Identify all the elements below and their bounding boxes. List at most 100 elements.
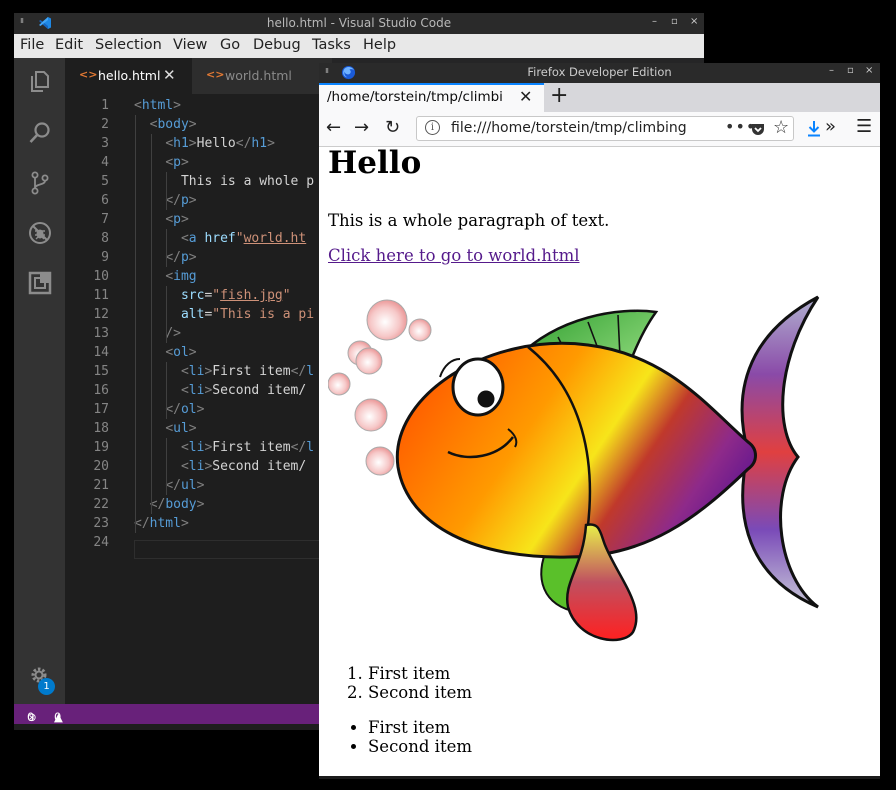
maximize-icon[interactable]: ▫ bbox=[671, 16, 678, 27]
code-text: alt="This is a pi bbox=[180, 307, 315, 322]
code-text: <li>Second item/ bbox=[180, 383, 307, 398]
code-text: </ul> bbox=[165, 478, 205, 493]
code-text: <a href"world.ht bbox=[180, 231, 307, 246]
menu-go[interactable]: Go bbox=[220, 37, 240, 53]
code-text: src="fish.jpg" bbox=[180, 288, 291, 303]
overflow-chevron-icon[interactable]: » bbox=[825, 116, 836, 137]
html-file-icon: <> bbox=[206, 68, 225, 81]
new-tab-plus-icon[interactable]: + bbox=[550, 83, 568, 108]
maximize-icon[interactable]: ▫ bbox=[847, 65, 854, 76]
indent-guide bbox=[135, 115, 136, 533]
line-number: 13 bbox=[93, 326, 109, 341]
code-text: <p> bbox=[165, 155, 189, 170]
tab-label: hello.html bbox=[98, 68, 161, 83]
close-icon[interactable]: × bbox=[690, 16, 698, 27]
search-icon[interactable] bbox=[27, 120, 53, 146]
indent-guide bbox=[166, 362, 168, 419]
forward-arrow-icon[interactable]: → bbox=[354, 117, 369, 138]
unordered-list: First item Second item bbox=[328, 718, 472, 756]
line-number: 7 bbox=[101, 212, 109, 227]
url-text[interactable]: file:///home/torstein/tmp/climbing bbox=[451, 120, 691, 136]
pocket-icon[interactable] bbox=[750, 121, 766, 137]
code-text: /> bbox=[165, 326, 181, 341]
line-number: 17 bbox=[93, 402, 109, 417]
reload-icon[interactable]: ↻ bbox=[385, 117, 400, 138]
close-icon[interactable]: × bbox=[865, 65, 873, 76]
line-number: 21 bbox=[93, 478, 109, 493]
list-item: First item bbox=[368, 664, 472, 683]
line-number: 22 bbox=[93, 497, 109, 512]
code-text: <img bbox=[165, 269, 197, 284]
ordered-list: First item Second item bbox=[328, 664, 472, 702]
code-text: This is a whole p bbox=[180, 174, 315, 189]
site-info-icon[interactable]: i bbox=[425, 120, 440, 135]
list-item: Second item bbox=[368, 683, 472, 702]
menu-help[interactable]: Help bbox=[363, 37, 396, 53]
indent-guide bbox=[166, 172, 168, 210]
url-bar[interactable]: i file:///home/torstein/tmp/climbing •••… bbox=[416, 116, 794, 141]
indent-guide bbox=[166, 286, 168, 343]
line-number: 14 bbox=[93, 345, 109, 360]
menu-view[interactable]: View bbox=[173, 37, 207, 53]
line-number: 18 bbox=[93, 421, 109, 436]
minimize-icon[interactable]: – bbox=[652, 16, 657, 27]
code-text: <ol> bbox=[165, 345, 197, 360]
code-text: <p> bbox=[165, 212, 189, 227]
fish-image bbox=[328, 295, 820, 642]
vscode-titlebar[interactable]: ıı hello.html - Visual Studio Code – ▫ × bbox=[14, 13, 704, 34]
code-text: <ul> bbox=[165, 421, 197, 436]
list-item: First item bbox=[368, 718, 472, 737]
tab-close-icon[interactable]: ✕ bbox=[519, 87, 532, 106]
line-number: 16 bbox=[93, 383, 109, 398]
line-number: 12 bbox=[93, 307, 109, 322]
world-link[interactable]: Click here to go to world.html bbox=[328, 246, 580, 265]
bookmark-star-icon[interactable]: ☆ bbox=[773, 117, 789, 138]
code-text: </html> bbox=[134, 516, 189, 531]
line-number: 15 bbox=[93, 364, 109, 379]
menu-file[interactable]: File bbox=[20, 37, 44, 53]
line-number: 19 bbox=[93, 440, 109, 455]
menu-bar: File Edit Selection View Go Debug Tasks … bbox=[14, 34, 704, 58]
line-number: 11 bbox=[93, 288, 109, 303]
code-text: </ol> bbox=[165, 402, 205, 417]
source-control-icon[interactable] bbox=[27, 170, 53, 196]
line-number: 1 bbox=[101, 98, 109, 113]
menu-edit[interactable]: Edit bbox=[55, 37, 83, 53]
browser-tab-strip: /home/torstein/tmp/climbi ✕ + bbox=[319, 83, 880, 112]
back-arrow-icon[interactable]: ← bbox=[326, 117, 341, 138]
line-number: 2 bbox=[101, 117, 109, 132]
line-number: 20 bbox=[93, 459, 109, 474]
line-number: 24 bbox=[93, 535, 109, 550]
line-number: 10 bbox=[93, 269, 109, 284]
code-text: <body> bbox=[149, 117, 197, 132]
navigation-toolbar: ← → ↻ i file:///home/torstein/tmp/climbi… bbox=[319, 112, 880, 147]
line-number: 8 bbox=[101, 231, 109, 246]
warnings-count: 0 bbox=[54, 710, 62, 724]
browser-tab-active[interactable]: /home/torstein/tmp/climbi ✕ bbox=[319, 83, 544, 112]
debug-icon[interactable] bbox=[27, 220, 53, 246]
line-number: 9 bbox=[101, 250, 109, 265]
menu-selection[interactable]: Selection bbox=[95, 37, 162, 53]
errors-count: 0 bbox=[27, 710, 35, 724]
tab-close-icon[interactable]: ✕ bbox=[163, 66, 176, 84]
window-title: Firefox Developer Edition bbox=[527, 65, 672, 79]
extensions-icon[interactable] bbox=[27, 270, 53, 296]
explorer-icon[interactable] bbox=[27, 68, 53, 94]
window-title: hello.html - Visual Studio Code bbox=[266, 16, 452, 30]
page-heading: Hello bbox=[328, 145, 422, 181]
activity-bar: 1 bbox=[14, 58, 65, 704]
code-text: <li>First item</l bbox=[180, 440, 315, 455]
html-file-icon: <> bbox=[79, 68, 98, 81]
tab-world-html[interactable]: <> world.html bbox=[192, 58, 332, 94]
download-icon[interactable] bbox=[807, 120, 821, 137]
tab-hello-html[interactable]: <> hello.html ✕ bbox=[65, 58, 192, 94]
hamburger-menu-icon[interactable]: ☰ bbox=[856, 116, 872, 137]
code-text: </body> bbox=[149, 497, 205, 512]
menu-debug[interactable]: Debug bbox=[253, 37, 301, 53]
indent-guide bbox=[166, 438, 168, 495]
code-text: <h1>Hello</h1> bbox=[165, 136, 275, 151]
minimize-icon[interactable]: – bbox=[829, 65, 834, 76]
line-number: 4 bbox=[101, 155, 109, 170]
firefox-titlebar[interactable]: ıı Firefox Developer Edition – ▫ × bbox=[319, 63, 880, 83]
menu-tasks[interactable]: Tasks bbox=[312, 37, 351, 53]
